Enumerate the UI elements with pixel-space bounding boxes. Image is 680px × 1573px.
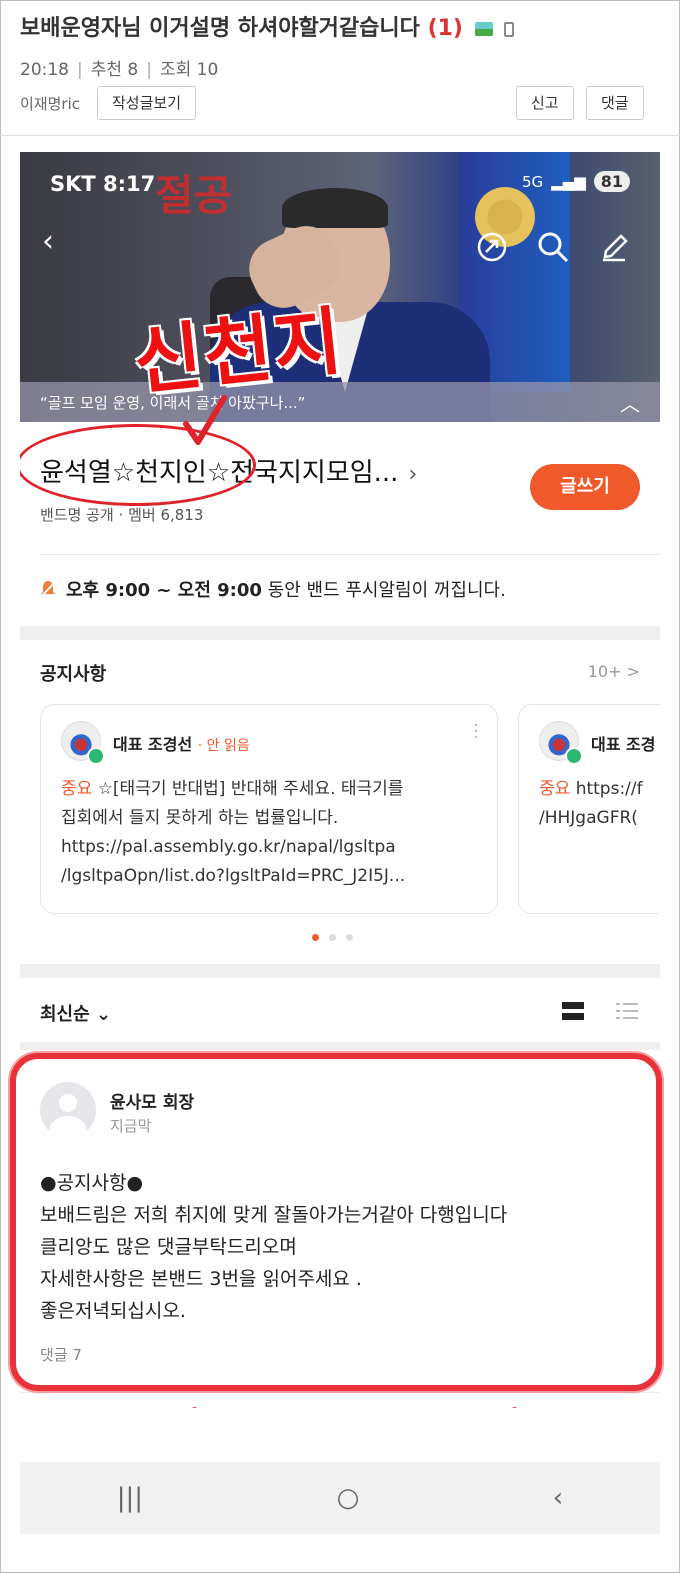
post-time: 20:18 xyxy=(20,60,69,80)
unread-status: · 안 읽음 xyxy=(197,738,250,754)
recent-apps-button[interactable]: ||| xyxy=(117,1483,143,1513)
list-view-icon[interactable] xyxy=(616,1002,638,1020)
signal-icon: ▂▄▆ xyxy=(551,172,586,191)
post-author[interactable]: 이재명ric xyxy=(20,93,80,114)
view-author-posts-button[interactable]: 작성글보기 xyxy=(97,86,197,120)
back-button[interactable]: ‹ xyxy=(553,1483,563,1513)
divider xyxy=(40,554,660,555)
chat-icon[interactable] xyxy=(53,1405,93,1409)
section-gap xyxy=(20,626,660,640)
bottom-tab-bar xyxy=(20,1392,660,1408)
notice-body: 중요 ☆[태극기 반대법] 반대해 주세요. 태극기를 집회에서 들지 못하게 … xyxy=(61,779,406,886)
calendar-icon[interactable] xyxy=(267,1405,307,1409)
network-indicator: 5G xyxy=(521,172,544,191)
header-divider xyxy=(0,135,680,136)
carousel-pager xyxy=(312,934,353,941)
status-bar-indicators: 5G ▂▄▆ 81 xyxy=(522,171,630,192)
search-icon[interactable] xyxy=(536,230,570,264)
notice-card[interactable]: 대표 조경선 · 안 읽음 · · · 중요 ☆[태극기 반대법] 반대해 주세요.… xyxy=(40,704,498,914)
push-notice: 오후 9:00 ~ 오전 9:00 동안 밴드 푸시알림이 꺼집니다. xyxy=(40,576,506,602)
edit-icon[interactable] xyxy=(597,230,631,264)
battery-indicator: 81 xyxy=(593,171,630,192)
recommend-count: 추천 8 xyxy=(90,60,139,80)
pager-dot xyxy=(312,934,319,941)
notice-body: 중요 https://f /HHJgaGFR( xyxy=(539,779,643,828)
section-gap xyxy=(20,1042,660,1050)
band-info: 밴드명 공개 · 멤버 6,813 xyxy=(40,506,204,524)
important-tag: 중요 xyxy=(61,779,93,799)
annotation-highlight-box xyxy=(10,1053,662,1391)
more-options-icon[interactable]: · · · xyxy=(473,717,479,747)
sort-dropdown[interactable]: 최신순 ⌄ xyxy=(40,1000,111,1026)
notice-author: 대표 조경선 · 안 읽음 xyxy=(113,735,250,754)
annotation-stamp: 신천지 xyxy=(129,298,348,406)
comment-button[interactable]: 댓글 xyxy=(586,86,644,120)
status-bar-time: SKT 8:17 xyxy=(50,172,156,196)
annotation-checkmark xyxy=(183,395,227,445)
comment-count[interactable]: (1) xyxy=(428,16,463,41)
notices-more-link[interactable]: 10+ > xyxy=(588,662,640,681)
report-button[interactable]: 신고 xyxy=(516,86,574,120)
members-icon[interactable] xyxy=(480,1405,520,1408)
card-view-icon[interactable] xyxy=(562,1002,584,1020)
photo-icon[interactable] xyxy=(160,1405,200,1408)
bell-off-icon xyxy=(40,581,56,598)
system-nav-bar: ||| ○ ‹ xyxy=(20,1462,660,1534)
image-attachment-icon xyxy=(474,22,493,36)
important-tag: 중요 xyxy=(539,779,571,799)
chevron-right-icon: › xyxy=(408,462,418,487)
back-icon[interactable]: ‹ xyxy=(42,224,54,259)
view-count: 조회 10 xyxy=(159,60,219,80)
section-gap xyxy=(20,964,660,978)
settings-icon[interactable] xyxy=(587,1405,627,1409)
write-post-button[interactable]: 글쓰기 xyxy=(530,464,640,510)
mobile-icon xyxy=(504,21,515,37)
push-off-time-range: 오후 9:00 ~ 오전 9:00 xyxy=(66,580,262,601)
share-icon[interactable] xyxy=(475,230,509,264)
pager-dot xyxy=(346,934,353,941)
folder-check-icon[interactable] xyxy=(373,1405,413,1409)
pager-dot xyxy=(329,934,336,941)
notice-card[interactable]: 대표 조경 중요 https://f /HHJgaGFR( xyxy=(518,704,660,914)
notices-title: 공지사항 xyxy=(40,664,107,685)
forum-post-title: 보배운영자님 이거설명 하셔야할거같습니다 (1) xyxy=(20,10,515,42)
post-meta: 20:18 | 추천 8 | 조회 10 xyxy=(20,60,219,80)
notice-author: 대표 조경 xyxy=(591,735,656,754)
home-button[interactable]: ○ xyxy=(337,1483,360,1513)
collapse-icon[interactable]: ︿ xyxy=(620,388,640,417)
leader-badge-icon xyxy=(87,747,105,765)
leader-badge-icon xyxy=(565,747,583,765)
